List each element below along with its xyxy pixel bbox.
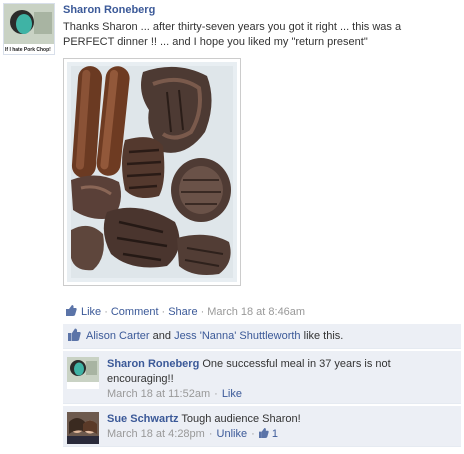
- comment-author-link[interactable]: Sue Schwartz: [107, 413, 179, 425]
- comment-text: Tough audience Sharon!: [181, 413, 301, 425]
- feed-story: If I hate Pork Chop! Sharon Roneberg Tha…: [0, 0, 464, 454]
- post-actions: Like · Comment · Share · March 18 at 8:46am: [66, 304, 305, 320]
- comment-meta: March 18 at 11:52am · Like: [107, 388, 242, 400]
- like-count-value: 1: [271, 428, 278, 440]
- separator: ·: [161, 306, 166, 318]
- likes-and: and: [152, 330, 171, 342]
- separator: ·: [200, 306, 205, 318]
- comment-unlike-link[interactable]: Unlike: [217, 428, 248, 440]
- post-message: Thanks Sharon ... after thirty-seven yea…: [63, 21, 402, 48]
- comment-author-link[interactable]: Sharon Roneberg: [107, 358, 199, 370]
- separator: ·: [208, 428, 213, 440]
- comment-item: Sharon Roneberg One successful meal in 3…: [63, 351, 461, 404]
- commenter-avatar[interactable]: [67, 412, 99, 444]
- comment-item: Sue Schwartz Tough audience Sharon! Marc…: [63, 406, 461, 447]
- author-avatar[interactable]: If I hate Pork Chop!: [3, 3, 55, 55]
- feedback-section: Alison Carter and Jess 'Nanna' Shuttlewo…: [63, 324, 461, 449]
- likes-suffix: like this.: [303, 330, 344, 342]
- post-photo[interactable]: [63, 58, 241, 286]
- grilled-meat-photo: [67, 62, 237, 282]
- comment-timestamp[interactable]: March 18 at 4:28pm: [107, 428, 205, 440]
- post-author-link[interactable]: Sharon Roneberg: [63, 4, 155, 16]
- liker-link[interactable]: Jess 'Nanna' Shuttleworth: [174, 330, 301, 342]
- comment-timestamp[interactable]: March 18 at 11:52am: [107, 388, 210, 400]
- share-link[interactable]: Share: [168, 306, 197, 318]
- comment-body: Sue Schwartz Tough audience Sharon! Marc…: [107, 412, 457, 442]
- comment-meta: March 18 at 4:28pm · Unlike · 1: [107, 428, 278, 440]
- comment-link[interactable]: Comment: [111, 306, 159, 318]
- like-thumb-icon: [68, 328, 81, 341]
- separator: ·: [104, 306, 108, 318]
- avatar-caption: If I hate Pork Chop!: [5, 47, 51, 53]
- separator: ·: [214, 388, 218, 400]
- likes-summary: Alison Carter and Jess 'Nanna' Shuttlewo…: [63, 324, 461, 349]
- like-link[interactable]: Like: [81, 306, 101, 318]
- comment-like-link[interactable]: Like: [222, 388, 242, 400]
- like-thumb-icon: [66, 305, 77, 316]
- liker-link[interactable]: Alison Carter: [86, 330, 150, 342]
- comment-like-count[interactable]: 1: [258, 428, 278, 440]
- separator: ·: [251, 428, 255, 440]
- comment-body: Sharon Roneberg One successful meal in 3…: [107, 357, 457, 402]
- post-timestamp[interactable]: March 18 at 8:46am: [207, 306, 305, 318]
- commenter-avatar[interactable]: [67, 357, 99, 389]
- comment-like-thumb-icon: [258, 428, 269, 438]
